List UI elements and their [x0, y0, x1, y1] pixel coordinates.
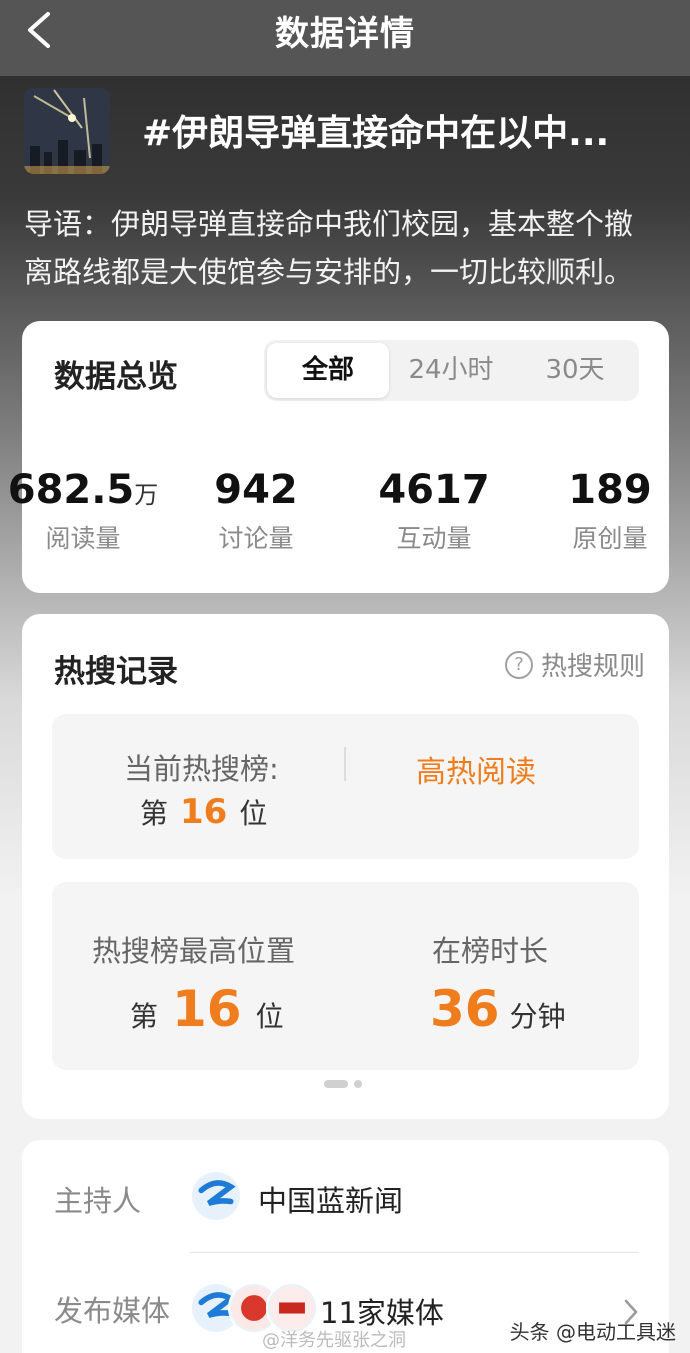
page-dot-active [324, 1080, 348, 1088]
stat-label: 讨论量 [218, 524, 294, 553]
rules-label: 热搜规则 [540, 652, 645, 682]
topic-thumbnail [24, 88, 110, 174]
hot-search-title: 热搜记录 [54, 654, 178, 690]
row-divider [190, 1252, 639, 1253]
toutiao-watermark: 头条 @电动工具迷 [509, 1320, 676, 1344]
stat-value: 189 [568, 467, 652, 513]
weibo-watermark: @洋务先驱张之洞 [262, 1330, 406, 1351]
data-overview-card: 数据总览 全部 24小时 30天 682.5万 阅读量 942 讨论量 4617… [8, 321, 669, 593]
duration-label: 在榜时长 [432, 934, 549, 968]
nav-bar: 数据详情 [0, 0, 690, 76]
topic-title: #伊朗导弹直接命中在以中... [142, 113, 610, 154]
page-indicator [324, 1080, 362, 1088]
stat-original: 189 原创量 [530, 467, 690, 555]
host-name[interactable]: 中国蓝新闻 [258, 1178, 403, 1220]
stat-value: 942 [214, 467, 298, 513]
overview-title: 数据总览 [54, 359, 178, 395]
peak-rank: 第 16 位 [130, 980, 284, 1038]
question-mark-icon: ? [504, 650, 533, 679]
stat-discussions: 942 讨论量 [176, 467, 336, 555]
stat-label: 原创量 [572, 524, 648, 553]
stat-label: 阅读量 [45, 524, 121, 553]
topic-intro-line: 导语：伊朗导弹直接命中我们校园，基本整个撤 [24, 207, 634, 241]
publish-media-label: 发布媒体 [54, 1294, 171, 1328]
stat-reads: 682.5万 阅读量 [0, 467, 168, 555]
peak-rank-box: 热搜榜最高位置 第 16 位 在榜时长 36 分钟 [52, 882, 639, 1070]
tab-all[interactable]: 全部 [267, 343, 389, 398]
zhejiang-news-logo-icon [190, 1170, 242, 1222]
hot-search-card: 热搜记录 ? 热搜规则 当前热搜榜: 第 16 位 高热阅读 热搜榜最高位置 第 16… [22, 614, 669, 1119]
tab-24h[interactable]: 24小时 [390, 343, 512, 398]
tab-30d[interactable]: 30天 [514, 343, 636, 398]
page-dot [354, 1080, 362, 1088]
duration-value: 36 分钟 [430, 980, 566, 1038]
time-range-tabs: 全部 24小时 30天 [264, 340, 639, 401]
stat-value: 4617 [378, 467, 490, 513]
stat-label: 互动量 [396, 524, 472, 553]
stat-interactions: 4617 互动量 [354, 467, 514, 555]
peak-rank-label: 热搜榜最高位置 [92, 934, 296, 968]
current-rank: 第 16 位 [140, 792, 268, 832]
page-title: 数据详情 [275, 14, 415, 54]
topic-intro: 导语：伊朗导弹直接命中我们校园，基本整个撤 离路线都是大使馆参与安排的，一切比较… [24, 200, 674, 296]
topic-intro-line: 离路线都是大使馆参与安排的，一切比较顺利。 [24, 255, 634, 289]
host-label: 主持人 [54, 1184, 142, 1218]
stat-value: 682.5万 [7, 467, 159, 513]
current-rank-box: 当前热搜榜: 第 16 位 高热阅读 [52, 714, 639, 859]
divider [344, 747, 346, 781]
hot-search-rules-link[interactable]: ? 热搜规则 [504, 646, 645, 683]
current-rank-label: 当前热搜榜: [124, 752, 279, 786]
hot-read-badge: 高热阅读 [416, 755, 536, 790]
